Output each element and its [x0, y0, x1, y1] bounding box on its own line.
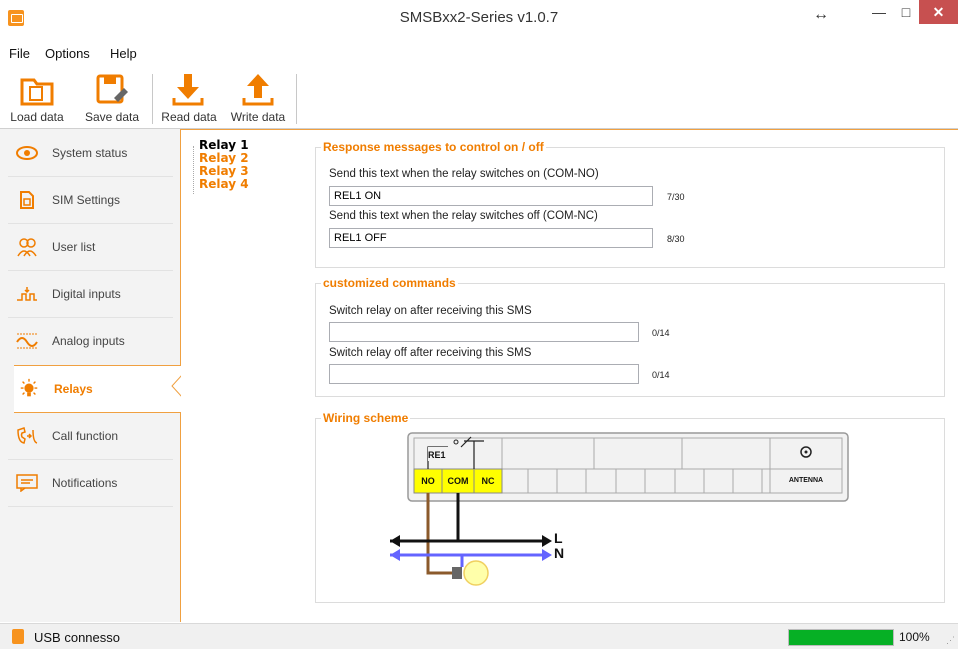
- download-arrow-icon: [172, 74, 204, 106]
- relay-settings-panel: Relay 1 Relay 2 Relay 3 Relay 4 Response…: [181, 129, 958, 624]
- message-icon: [16, 472, 38, 494]
- tree-item-relay-3[interactable]: Relay 3: [191, 164, 281, 178]
- sidebar-item-analog-inputs[interactable]: Analog inputs: [0, 318, 180, 364]
- switch-on-label: Switch relay on after receiving this SMS: [329, 305, 532, 317]
- sidebar-item-relays[interactable]: Relays: [14, 365, 181, 413]
- wiring-scheme-group: Wiring scheme RE1 NO COM NC ANTENNA L N: [315, 411, 945, 603]
- minimize-button[interactable]: —: [866, 0, 892, 24]
- sidebar-item-system-status[interactable]: System status: [0, 130, 180, 176]
- customized-commands-group: customized commands Switch relay on afte…: [315, 276, 945, 397]
- sidebar-item-call-function[interactable]: Call function: [0, 413, 180, 459]
- maximize-button[interactable]: □: [893, 0, 919, 24]
- tree-item-relay-2[interactable]: Relay 2: [191, 151, 281, 165]
- toolbar: Load data Save data Read data Write data: [0, 70, 958, 129]
- toolbar-separator: [296, 74, 297, 124]
- toolbar-separator: [152, 74, 153, 124]
- relay-tree: Relay 1 Relay 2 Relay 3 Relay 4: [191, 138, 281, 194]
- sidebar-item-label: Call function: [52, 429, 119, 443]
- save-icon: [96, 74, 128, 104]
- sidebar-item-notifications[interactable]: Notifications: [0, 460, 180, 506]
- sidebar-item-label: System status: [52, 146, 128, 160]
- group-title: customized commands: [321, 276, 458, 290]
- progress-bar: [788, 629, 894, 646]
- off-text-input[interactable]: [329, 228, 653, 248]
- bulb-icon: [18, 378, 40, 400]
- off-text-count: 8/30: [667, 234, 685, 244]
- neutral-label: N: [554, 545, 565, 561]
- eye-icon: [16, 142, 38, 164]
- digital-input-icon: [16, 283, 38, 305]
- divider: [8, 506, 173, 507]
- connection-status: USB connesso: [34, 630, 120, 645]
- sidebar-item-label: Analog inputs: [52, 334, 125, 348]
- sidebar-item-sim-settings[interactable]: SIM Settings: [0, 177, 180, 223]
- resize-grip-icon[interactable]: ⋰: [946, 635, 955, 646]
- upload-arrow-icon: [242, 74, 274, 106]
- switch-off-count: 0/14: [652, 370, 670, 380]
- sidebar-item-label: Notifications: [52, 476, 118, 490]
- tree-item-relay-1[interactable]: Relay 1: [191, 138, 281, 152]
- antenna-label: ANTENNA: [788, 477, 824, 484]
- switch-on-count: 0/14: [652, 328, 670, 338]
- write-data-label: Write data: [230, 110, 286, 124]
- load-data-label: Load data: [10, 110, 64, 124]
- relay-label: RE1: [428, 450, 446, 460]
- line-label: L: [554, 530, 563, 546]
- sidebar-item-user-list[interactable]: User list: [0, 224, 180, 270]
- on-text-count: 7/30: [667, 192, 685, 202]
- group-title: Response messages to control on / off: [321, 140, 546, 154]
- folder-icon: [20, 78, 54, 106]
- status-bar: USB connesso 100% ⋰: [0, 623, 958, 649]
- terminal-nc: NC: [481, 476, 495, 486]
- menu-options[interactable]: Options: [45, 46, 90, 61]
- switch-off-label: Switch relay off after receiving this SM…: [329, 347, 532, 359]
- menu-help[interactable]: Help: [110, 46, 137, 61]
- save-data-label: Save data: [84, 110, 140, 124]
- sidebar-item-digital-inputs[interactable]: Digital inputs: [0, 271, 180, 317]
- sim-icon: [16, 189, 38, 211]
- menu-file[interactable]: File: [9, 46, 30, 61]
- sidebar-item-label: Relays: [54, 382, 93, 396]
- terminal-no: NO: [421, 476, 435, 486]
- on-text-input[interactable]: [329, 186, 653, 206]
- resize-arrows-icon[interactable]: ↔: [813, 6, 829, 24]
- analog-input-icon: [16, 330, 38, 352]
- title-bar: SMSBxx2-Series v1.0.7 ↔ — □ ✕: [0, 0, 958, 36]
- sidebar-item-label: SIM Settings: [52, 193, 121, 207]
- wiring-diagram: [390, 432, 849, 586]
- progress-percent: 100%: [899, 630, 930, 644]
- terminal-com: COM: [447, 476, 469, 486]
- sidebar-item-label: Digital inputs: [52, 287, 121, 301]
- switch-off-input[interactable]: [329, 364, 639, 384]
- on-text-label: Send this text when the relay switches o…: [329, 168, 599, 180]
- read-data-label: Read data: [161, 110, 217, 124]
- call-icon: [16, 425, 38, 447]
- tree-item-relay-4[interactable]: Relay 4: [191, 177, 281, 191]
- close-button[interactable]: ✕: [919, 0, 958, 24]
- off-text-label: Send this text when the relay switches o…: [329, 210, 598, 222]
- progress-fill: [789, 630, 893, 645]
- sidebar: System status SIM Settings User list Dig…: [0, 129, 181, 622]
- response-messages-group: Response messages to control on / off Se…: [315, 140, 945, 268]
- switch-on-input[interactable]: [329, 322, 639, 342]
- sidebar-item-label: User list: [52, 240, 96, 254]
- usb-icon: [12, 629, 24, 644]
- users-icon: [16, 236, 38, 258]
